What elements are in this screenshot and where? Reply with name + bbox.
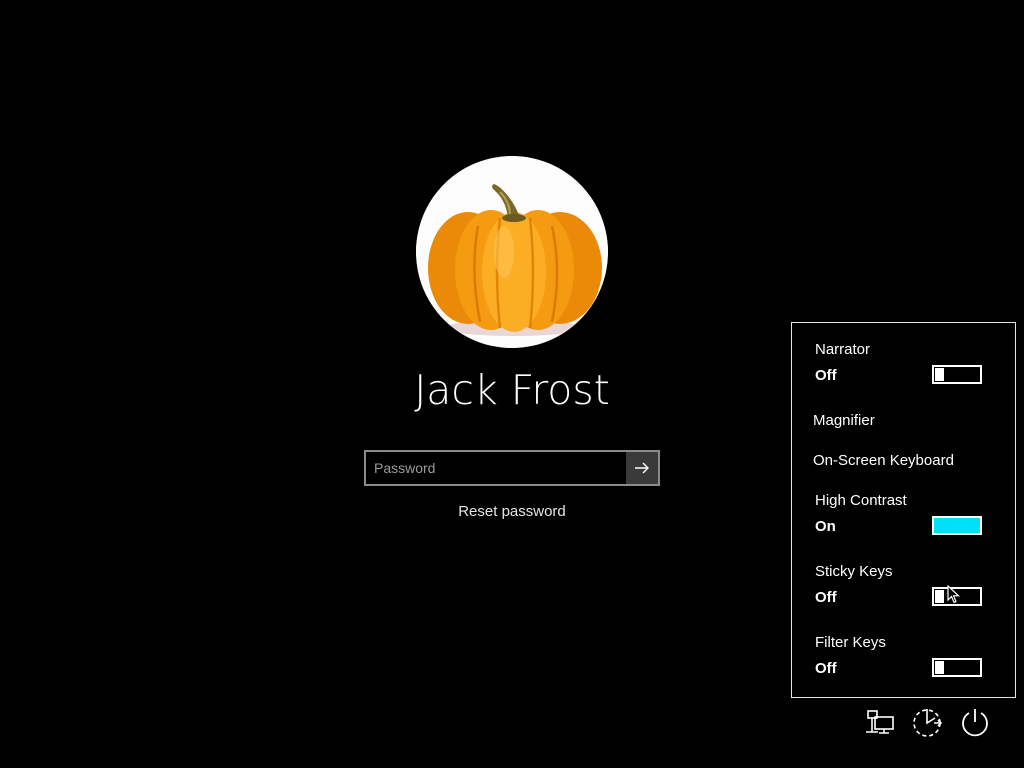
user-name: Jack Frost bbox=[414, 366, 610, 414]
on-screen-keyboard-item[interactable]: On-Screen Keyboard bbox=[792, 450, 1015, 472]
toggle-knob bbox=[935, 368, 944, 381]
narrator-toggle[interactable] bbox=[932, 365, 982, 384]
narrator-state: Off bbox=[815, 367, 837, 384]
filter-keys-state: Off bbox=[815, 660, 837, 677]
ease-of-access-icon bbox=[913, 709, 943, 737]
ease-of-access-panel: Narrator Off Magnifier On-Screen Keyboar… bbox=[791, 322, 1016, 698]
narrator-item[interactable]: Narrator Off bbox=[792, 339, 1015, 393]
user-avatar bbox=[416, 156, 608, 348]
magnifier-item[interactable]: Magnifier bbox=[792, 410, 1015, 432]
sticky-keys-toggle[interactable] bbox=[932, 587, 982, 606]
toggle-knob bbox=[935, 590, 944, 603]
password-field-container bbox=[364, 450, 660, 486]
submit-button[interactable] bbox=[626, 452, 658, 484]
arrow-right-icon bbox=[635, 462, 649, 474]
on-screen-keyboard-label: On-Screen Keyboard bbox=[813, 452, 954, 469]
sticky-keys-label: Sticky Keys bbox=[815, 563, 893, 580]
toggle-knob bbox=[935, 661, 944, 674]
high-contrast-state: On bbox=[815, 518, 836, 535]
sticky-keys-state: Off bbox=[815, 589, 837, 606]
high-contrast-toggle[interactable] bbox=[932, 516, 982, 535]
reset-password-link[interactable]: Reset password bbox=[412, 503, 612, 520]
high-contrast-item[interactable]: High Contrast On bbox=[792, 490, 1015, 544]
network-icon bbox=[866, 710, 894, 734]
power-icon bbox=[962, 709, 988, 737]
narrator-label: Narrator bbox=[815, 341, 871, 358]
filter-keys-item[interactable]: Filter Keys Off bbox=[792, 632, 1015, 686]
pumpkin-avatar-icon bbox=[416, 156, 608, 348]
magnifier-label: Magnifier bbox=[813, 412, 875, 429]
ease-of-access-button[interactable] bbox=[910, 705, 944, 739]
network-button[interactable] bbox=[862, 705, 896, 739]
password-input[interactable] bbox=[366, 452, 628, 484]
high-contrast-label: High Contrast bbox=[815, 492, 907, 509]
lock-screen: Jack Frost Reset password Narrator Off M… bbox=[0, 0, 1024, 768]
toggle-knob bbox=[970, 519, 979, 532]
power-button[interactable] bbox=[958, 705, 992, 739]
filter-keys-label: Filter Keys bbox=[815, 634, 886, 651]
filter-keys-toggle[interactable] bbox=[932, 658, 982, 677]
sticky-keys-item[interactable]: Sticky Keys Off bbox=[792, 561, 1015, 615]
